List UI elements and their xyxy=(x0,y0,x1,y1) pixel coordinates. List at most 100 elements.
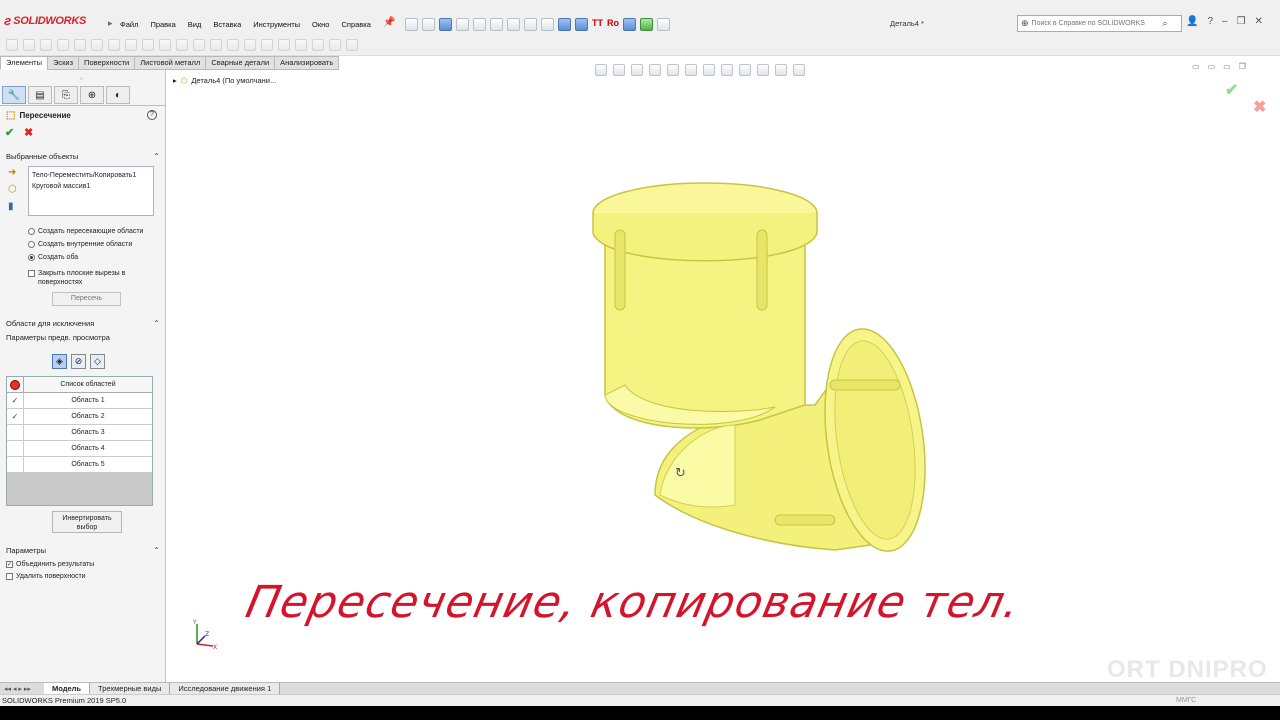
invert-selection-button[interactable]: Инвертировать выбор xyxy=(52,511,122,533)
radio-dot[interactable] xyxy=(28,228,35,235)
measure-icon[interactable] xyxy=(558,17,571,31)
intersect-icon[interactable] xyxy=(278,39,290,51)
menu-expand-arrow-icon[interactable]: ▸ xyxy=(108,18,113,29)
revolve-boss-icon[interactable] xyxy=(23,39,35,51)
hole-wizard-icon[interactable] xyxy=(108,39,120,51)
region-checkbox[interactable] xyxy=(7,441,24,456)
params-header[interactable]: Параметры ⌃ xyxy=(6,546,160,555)
select-icon[interactable] xyxy=(490,17,503,31)
chevron-up-icon[interactable]: ⌃ xyxy=(153,319,160,328)
minimize-icon[interactable]: – xyxy=(1222,16,1228,27)
menu-help[interactable]: Справка xyxy=(335,20,376,29)
search-scope-icon[interactable]: ⊕ xyxy=(1021,18,1029,29)
ok-button[interactable]: ✔ xyxy=(5,126,14,139)
tab-evaluate[interactable]: Анализировать xyxy=(274,56,340,70)
exclude-all-icon[interactable] xyxy=(7,377,24,392)
doc-restore-icon[interactable]: ▭ xyxy=(1223,62,1231,71)
part-model[interactable]: ↻ xyxy=(585,175,935,565)
table-row[interactable]: ✓ Область 1 xyxy=(7,393,152,409)
merge-results-checkbox[interactable]: ✓ Объединить результаты xyxy=(6,560,94,569)
help-search-box[interactable]: ⊕ ⌕ xyxy=(1017,15,1182,32)
menu-view[interactable]: Вид xyxy=(182,20,208,29)
tab-sketch[interactable]: Эскиз xyxy=(46,56,80,70)
mirror-icon[interactable] xyxy=(295,39,307,51)
panel-grip-icon[interactable]: ◦ xyxy=(80,74,83,83)
rib-icon[interactable] xyxy=(210,39,222,51)
close-icon[interactable]: ✕ xyxy=(1255,16,1263,27)
preview-exclude-icon[interactable]: ⊘ xyxy=(71,354,86,369)
chevron-up-icon[interactable]: ⌃ xyxy=(153,152,160,161)
sweep-icon[interactable] xyxy=(40,39,52,51)
expand-arrow-icon[interactable]: ▸ xyxy=(173,76,177,85)
region-checkbox[interactable] xyxy=(7,457,24,472)
linear-pattern-icon[interactable] xyxy=(193,39,205,51)
shell-icon[interactable] xyxy=(244,39,256,51)
checkbox-box[interactable]: ✓ xyxy=(6,561,13,568)
table-row[interactable]: Область 3 xyxy=(7,425,152,441)
preview-include-icon[interactable]: ◇ xyxy=(90,354,105,369)
save-icon[interactable] xyxy=(439,17,452,31)
print-icon[interactable] xyxy=(456,17,469,31)
previous-view-icon[interactable] xyxy=(631,64,643,76)
edit-appearance-icon[interactable] xyxy=(739,64,751,76)
draft-icon[interactable] xyxy=(227,39,239,51)
table-icon[interactable] xyxy=(657,17,670,31)
doc-minimize-icon[interactable]: ▭ xyxy=(1192,62,1200,71)
mass-properties-icon[interactable] xyxy=(575,17,588,31)
check-icon[interactable] xyxy=(640,17,653,31)
dynamic-annotation-icon[interactable] xyxy=(667,64,679,76)
apply-scene-icon[interactable] xyxy=(757,64,769,76)
tab-3d-views[interactable]: Трехмерные виды xyxy=(90,682,171,695)
region-checkbox[interactable] xyxy=(7,425,24,440)
curves-icon[interactable] xyxy=(329,39,341,51)
display-style-icon[interactable] xyxy=(703,64,715,76)
confirmation-cancel-icon[interactable]: ✖ xyxy=(1253,97,1266,117)
tab-surfaces[interactable]: Поверхности xyxy=(78,56,136,70)
radio-both[interactable]: Создать оба xyxy=(28,254,78,261)
swept-cut-icon[interactable] xyxy=(142,39,154,51)
section-view-icon[interactable] xyxy=(649,64,661,76)
intersect-button[interactable]: Пересечь xyxy=(52,292,121,306)
feature-manager-tab-icon[interactable]: 🔧 xyxy=(2,86,26,104)
fillet-icon[interactable] xyxy=(176,39,188,51)
help-search-input[interactable] xyxy=(1031,20,1160,27)
menu-edit[interactable]: Правка xyxy=(144,20,181,29)
restore-icon[interactable]: ❐ xyxy=(1237,16,1246,27)
radio-dot[interactable] xyxy=(28,241,35,248)
menu-insert[interactable]: Вставка xyxy=(207,20,247,29)
revolve-cut-icon[interactable] xyxy=(125,39,137,51)
menu-window[interactable]: Окно xyxy=(306,20,335,29)
view-orientation-icon[interactable] xyxy=(685,64,697,76)
radio-internal-regions[interactable]: Создать внутренние области xyxy=(28,241,132,248)
tab-features[interactable]: Элементы xyxy=(0,56,48,70)
loft-icon[interactable] xyxy=(57,39,69,51)
tab-sheet-metal[interactable]: Листовой металл xyxy=(134,56,207,70)
extrude-boss-icon[interactable] xyxy=(6,39,18,51)
region-checkbox[interactable]: ✓ xyxy=(7,393,24,408)
display-manager-tab-icon[interactable]: ◐ xyxy=(106,86,130,104)
plane-icon[interactable]: ▮ xyxy=(8,201,17,212)
radio-dot[interactable] xyxy=(28,254,35,261)
tab-weldments[interactable]: Сварные детали xyxy=(205,56,276,70)
pin-menu-icon[interactable]: 📌 xyxy=(383,17,395,28)
table-row[interactable]: Область 5 xyxy=(7,457,152,473)
body-icon[interactable]: ⬡ xyxy=(8,184,17,195)
close-cuts-checkbox[interactable]: Закрыть плоские вырезы в поверхностях xyxy=(28,269,153,287)
region-checkbox[interactable]: ✓ xyxy=(7,409,24,424)
doc-maximize-icon[interactable]: ❐ xyxy=(1239,62,1246,71)
exclude-regions-header[interactable]: Области для исключения ⌃ xyxy=(6,319,160,328)
radio-intersecting-regions[interactable]: Создать пересекающие области xyxy=(28,228,143,235)
selected-objects-list[interactable]: Тело-Переместить/Копировать1 Круговой ма… xyxy=(28,166,154,216)
roughness-icon[interactable]: Ro xyxy=(607,18,619,31)
list-item[interactable]: Тело-Переместить/Копировать1 xyxy=(32,170,150,181)
selected-objects-header[interactable]: Выбранные объекты ⌃ xyxy=(6,152,160,161)
extrude-cut-icon[interactable] xyxy=(91,39,103,51)
doc-tile-icon[interactable]: ▭ xyxy=(1208,62,1216,71)
rebuild-icon[interactable] xyxy=(507,17,520,31)
feature-tree-flyout[interactable]: ▸ ⬡ Деталь4 (По умолчани... xyxy=(173,76,276,85)
selection-arrow-icon[interactable]: ➜ xyxy=(8,167,17,178)
checkbox-box[interactable] xyxy=(28,270,35,277)
file-properties-icon[interactable] xyxy=(524,17,537,31)
instant3d-icon[interactable] xyxy=(346,39,358,51)
user-icon[interactable]: 👤 xyxy=(1186,16,1198,27)
